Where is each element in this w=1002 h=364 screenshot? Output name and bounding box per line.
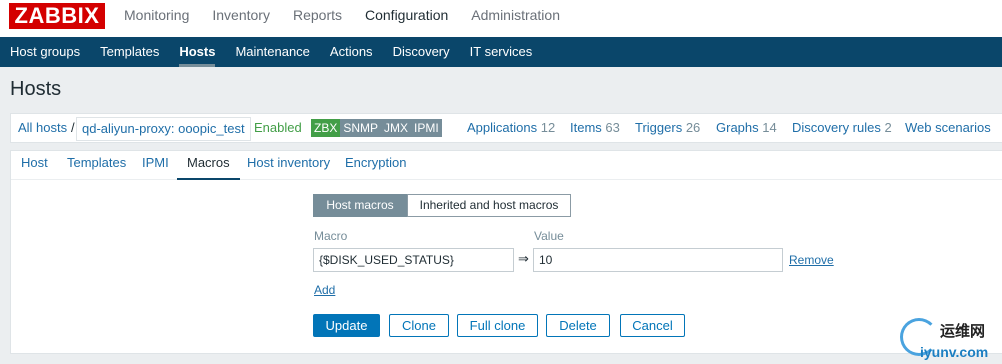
tab-templates[interactable]: Templates <box>67 151 126 174</box>
macro-input[interactable]: {$DISK_USED_STATUS} <box>313 248 514 272</box>
add-macro-link[interactable]: Add <box>314 283 335 297</box>
applications-link[interactable]: Applications 12 <box>467 114 555 142</box>
full-clone-button[interactable]: Full clone <box>457 314 538 337</box>
nav-monitoring[interactable]: Monitoring <box>124 0 189 30</box>
all-hosts-link[interactable]: All hosts <box>18 114 67 142</box>
value-column-label: Value <box>534 229 564 243</box>
discovery-rules-link[interactable]: Discovery rules 2 <box>792 114 892 142</box>
triggers-link[interactable]: Triggers 26 <box>635 114 700 142</box>
tab-host-inventory[interactable]: Host inventory <box>247 151 330 174</box>
nav-configuration[interactable]: Configuration <box>365 0 448 30</box>
ipmi-badge: IPMI <box>411 119 442 137</box>
value-input[interactable]: 10 <box>533 248 783 272</box>
top-nav: Monitoring Inventory Reports Configurati… <box>124 0 583 30</box>
tab-macros[interactable]: Macros <box>177 151 240 180</box>
watermark-en-text: iyunv.com <box>920 344 989 360</box>
top-bar: ZABBIX Monitoring Inventory Reports Conf… <box>0 0 1002 37</box>
host-macros-toggle[interactable]: Host macros <box>313 194 407 217</box>
inherited-macros-toggle[interactable]: Inherited and host macros <box>407 194 571 217</box>
page-title: Hosts <box>10 78 62 100</box>
web-scenarios-link[interactable]: Web scenarios <box>905 114 991 142</box>
zbx-badge: ZBX <box>311 119 341 137</box>
nav-reports[interactable]: Reports <box>293 0 342 30</box>
macro-column-label: Macro <box>314 229 348 243</box>
host-edit-panel: Host Templates IPMI Macros Host inventor… <box>10 150 1002 354</box>
subnav-actions[interactable]: Actions <box>320 37 383 67</box>
subnav-templates[interactable]: Templates <box>90 37 169 67</box>
host-status[interactable]: Enabled <box>254 114 302 142</box>
subnav-discovery[interactable]: Discovery <box>383 37 460 67</box>
host-name-crumb[interactable]: qd-aliyun-proxy: ooopic_test <box>76 117 251 141</box>
graphs-link[interactable]: Graphs 14 <box>716 114 777 142</box>
availability-badges: ZBX SNMP JMX IPMI <box>311 119 442 137</box>
items-link[interactable]: Items 63 <box>570 114 620 142</box>
subnav-host-groups[interactable]: Host groups <box>0 37 90 67</box>
host-tabs: Host Templates IPMI Macros Host inventor… <box>11 151 1002 180</box>
update-button[interactable]: Update <box>313 314 380 337</box>
subnav-maintenance[interactable]: Maintenance <box>225 37 319 67</box>
macro-arrow-icon: ⇒ <box>518 252 529 267</box>
tab-encryption[interactable]: Encryption <box>345 151 406 174</box>
cancel-button[interactable]: Cancel <box>620 314 685 337</box>
zabbix-logo[interactable]: ZABBIX <box>9 3 105 29</box>
subnav-it-services[interactable]: IT services <box>460 37 543 67</box>
site-watermark: 运维网 iyunv.com <box>898 318 1002 364</box>
host-breadcrumb-bar: All hosts / qd-aliyun-proxy: ooopic_test… <box>10 113 1002 143</box>
subnav-hosts[interactable]: Hosts <box>169 37 225 67</box>
remove-macro-link[interactable]: Remove <box>789 253 834 267</box>
breadcrumb-separator: / <box>71 120 75 135</box>
clone-button[interactable]: Clone <box>389 314 449 337</box>
snmp-badge: SNMP <box>340 119 382 137</box>
nav-inventory[interactable]: Inventory <box>212 0 270 30</box>
jmx-badge: JMX <box>381 119 412 137</box>
delete-button[interactable]: Delete <box>546 314 610 337</box>
tab-host[interactable]: Host <box>21 151 48 174</box>
sub-nav: Host groups Templates Hosts Maintenance … <box>0 37 1002 67</box>
tab-ipmi[interactable]: IPMI <box>142 151 169 174</box>
watermark-cn-text: 运维网 <box>940 322 986 340</box>
nav-administration[interactable]: Administration <box>471 0 560 30</box>
